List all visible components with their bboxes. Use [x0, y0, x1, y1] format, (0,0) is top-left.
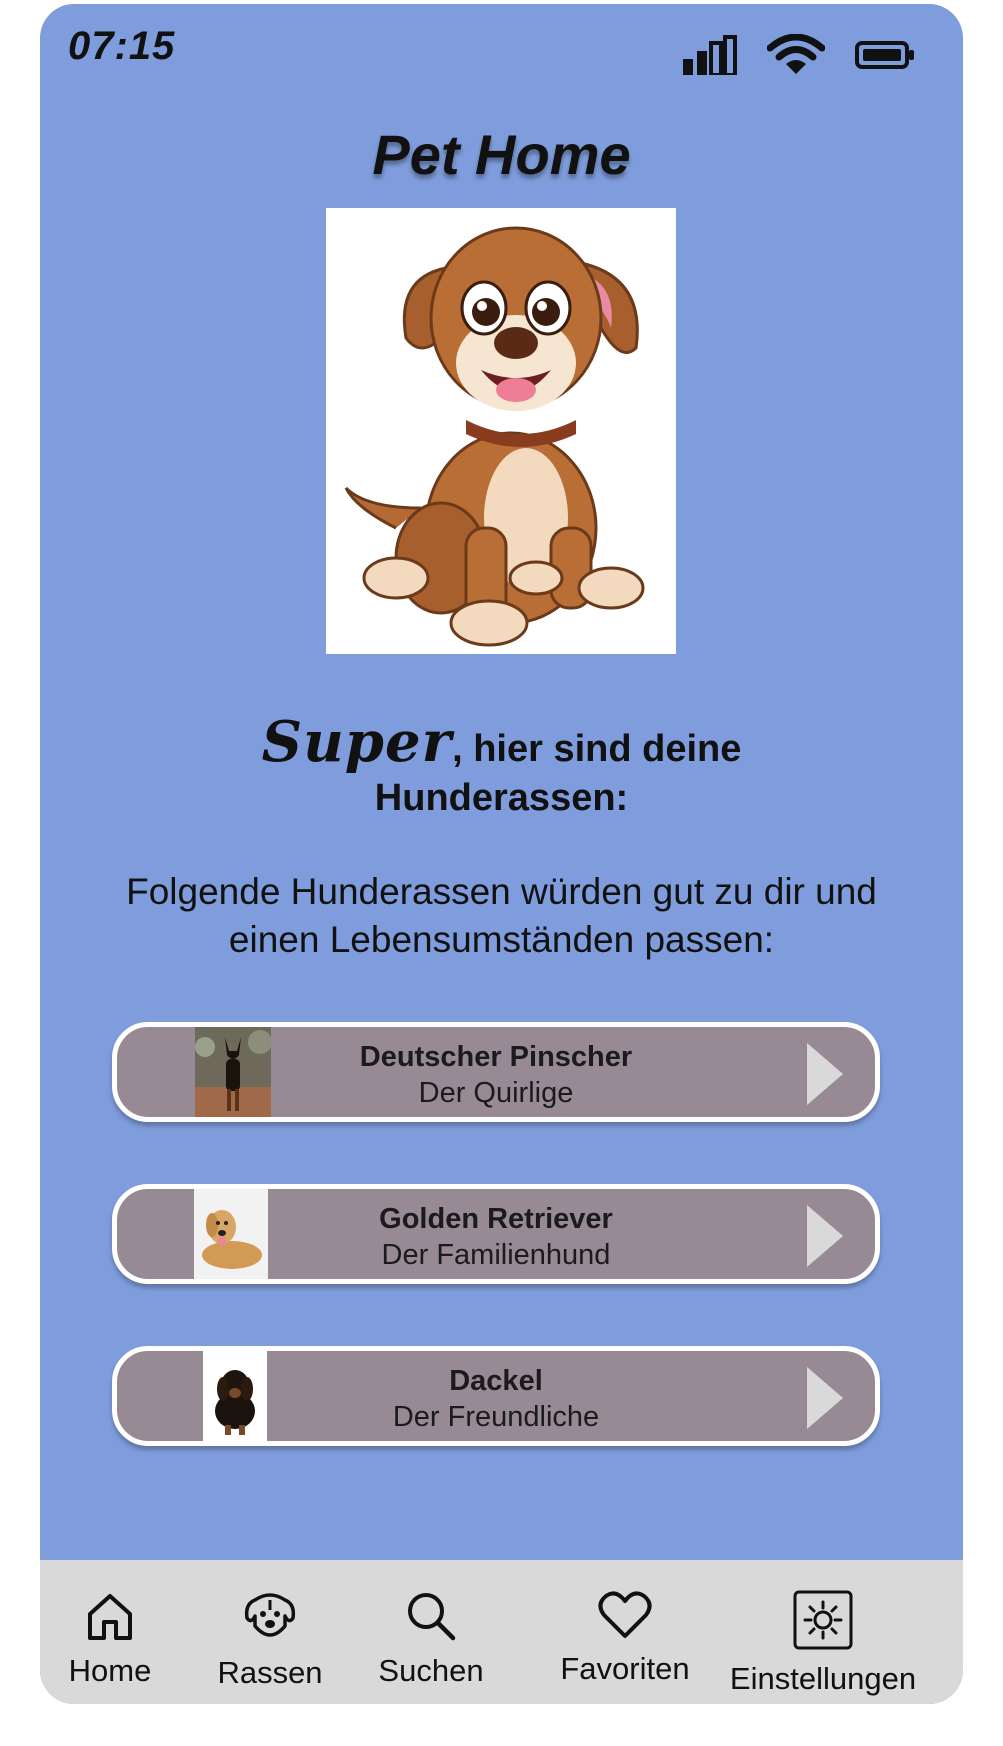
breed-name: Deutscher Pinscher	[359, 1041, 633, 1073]
result-description: Folgende Hunderassen würden gut zu dir u…	[126, 871, 877, 960]
breed-card-golden-retriever[interactable]: Golden Retriever Der Familienhund	[112, 1184, 880, 1284]
chevron-right-icon[interactable]	[805, 1043, 845, 1105]
status-icons	[681, 34, 915, 76]
breed-description: Der Freundliche	[392, 1401, 600, 1433]
tab-suchen[interactable]: Suchen	[376, 1590, 486, 1689]
breed-description: Der Quirlige	[418, 1077, 574, 1109]
status-time: 07:15	[68, 24, 176, 68]
wifi-icon	[767, 34, 825, 74]
result-headline: Super, hier sind deine Hunderassen:	[40, 709, 963, 820]
phone-screen: 07:15 Pet Home Super, hier sind deine Hu…	[40, 4, 963, 1704]
tab-home[interactable]: Home	[66, 1590, 154, 1689]
app-title: Pet Home	[372, 123, 631, 186]
tab-label: Einstellungen	[729, 1661, 917, 1696]
signal-icon	[683, 35, 737, 75]
breed-description: Der Familienhund	[381, 1239, 611, 1271]
breed-name: Dackel	[449, 1365, 543, 1397]
home-icon	[88, 1594, 132, 1640]
chevron-right-icon[interactable]	[805, 1205, 845, 1267]
tab-einstellungen[interactable]: Einstellungen	[728, 1590, 918, 1697]
puppy-illustration	[326, 208, 676, 654]
breed-card-dackel[interactable]: Dackel Der Freundliche	[112, 1346, 880, 1446]
headline-emphasis: Super	[261, 709, 453, 775]
tab-label: Suchen	[378, 1653, 484, 1688]
tab-favoriten[interactable]: Favoriten	[560, 1590, 690, 1687]
breed-card-deutscher-pinscher[interactable]: Deutscher Pinscher Der Quirlige	[112, 1022, 880, 1122]
gear-icon	[793, 1590, 853, 1650]
heart-icon	[598, 1591, 652, 1638]
tab-label: Home	[68, 1653, 152, 1688]
dog-face-icon	[244, 1593, 296, 1637]
chevron-right-icon[interactable]	[805, 1367, 845, 1429]
headline-line2: Hunderassen:	[374, 777, 629, 819]
bottom-tab-bar: Home Rassen Suchen Favoriten Einstellung…	[40, 1560, 963, 1704]
tab-rassen[interactable]: Rassen	[215, 1590, 325, 1691]
tab-label: Favoriten	[560, 1651, 690, 1686]
search-icon	[408, 1593, 456, 1641]
breed-name: Golden Retriever	[379, 1203, 613, 1235]
battery-icon	[855, 41, 914, 69]
tab-label: Rassen	[217, 1655, 323, 1690]
headline-rest: , hier sind deine	[452, 728, 742, 770]
